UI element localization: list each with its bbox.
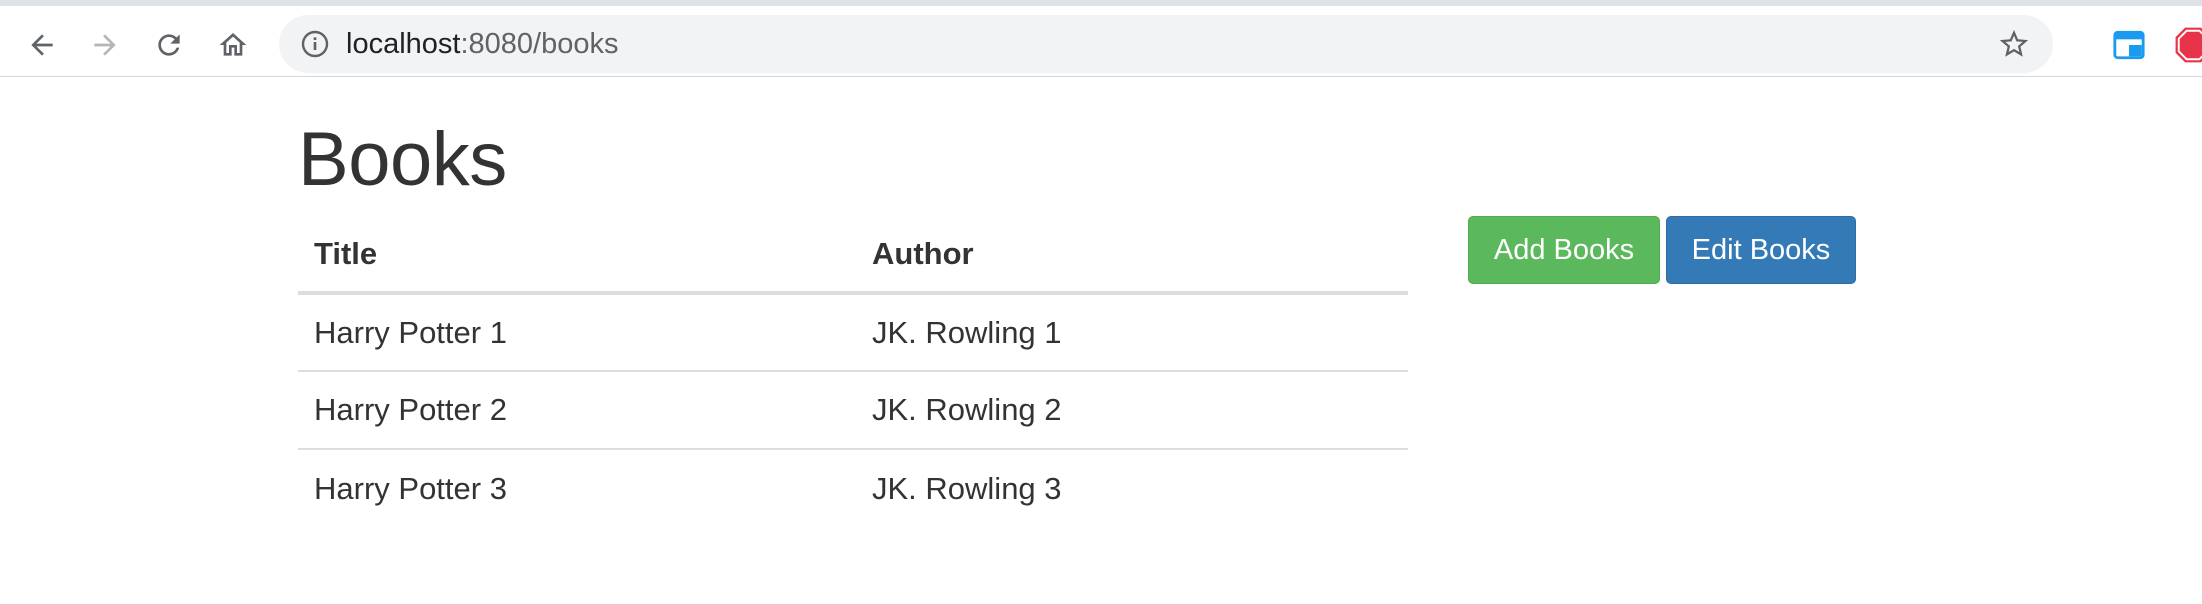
arrow-right-icon [94, 34, 116, 56]
column-header-author: Author [856, 216, 1408, 295]
table-row: Harry Potter 2 JK. Rowling 2 [298, 370, 1408, 449]
arrow-left-icon [31, 34, 53, 56]
url-path: :8080/books [460, 28, 619, 60]
table-row: Harry Potter 3 JK. Rowling 3 [298, 448, 1408, 527]
book-title-cell: Harry Potter 2 [298, 370, 856, 449]
info-icon[interactable] [299, 28, 331, 60]
url-host: localhost [346, 28, 461, 60]
home-button[interactable] [211, 23, 255, 67]
book-title-cell: Harry Potter 1 [314, 314, 507, 350]
back-button[interactable] [20, 23, 64, 67]
book-title-cell: Harry Potter 3 [298, 448, 856, 527]
home-icon [219, 33, 247, 56]
reload-icon [158, 34, 180, 56]
table-row: Harry Potter 1 JK. Rowling 1 [298, 293, 1408, 371]
book-author-cell: JK. Rowling 3 [856, 448, 1408, 527]
reload-button[interactable] [147, 23, 191, 67]
forward-button[interactable] [83, 23, 127, 67]
column-header-title: Title [298, 216, 856, 295]
edit-books-button[interactable]: Edit Books [1666, 216, 1856, 284]
page-title: Books [298, 117, 507, 202]
book-author-cell: JK. Rowling 2 [856, 370, 1408, 449]
browser-toolbar: localhost:8080/books [0, 6, 2202, 77]
star-icon[interactable] [1997, 27, 2031, 61]
add-books-button[interactable]: Add Books [1468, 216, 1660, 284]
books-table: Title Author Harry Potter 1 JK. Rowling … [298, 216, 1408, 527]
table-header-row: Title Author [298, 216, 1408, 295]
address-bar[interactable]: localhost:8080/books [279, 15, 2053, 73]
adblock-icon[interactable] [2174, 26, 2202, 64]
url-text[interactable]: localhost:8080/books [346, 15, 618, 73]
extension-icon[interactable] [2112, 28, 2146, 62]
book-author-cell: JK. Rowling 1 [872, 314, 1062, 350]
